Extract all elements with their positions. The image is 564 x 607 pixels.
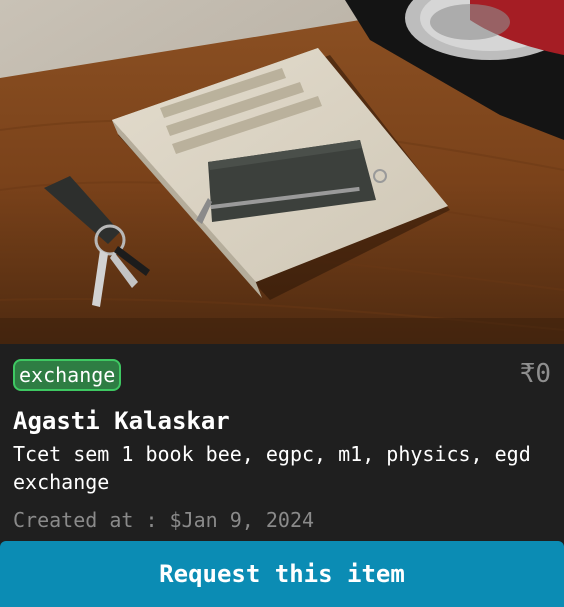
- listing-photo: [0, 0, 564, 344]
- created-at-label: Created at :: [13, 508, 170, 532]
- created-at-value: $Jan 9, 2024: [169, 508, 315, 532]
- listing-type-badge: exchange: [13, 359, 122, 391]
- listing-price: ₹0: [519, 359, 551, 389]
- listing-card: exchange ₹0 Agasti Kalaskar Tcet sem 1 b…: [0, 0, 564, 607]
- request-item-button[interactable]: Request this item: [0, 541, 564, 607]
- listing-description: Tcet sem 1 book bee, egpc, m1, physics, …: [13, 442, 531, 494]
- owner-name: Agasti Kalaskar: [13, 407, 230, 435]
- listing-meta-row: exchange ₹0: [13, 359, 551, 391]
- created-at: Created at : $Jan 9, 2024: [13, 506, 314, 534]
